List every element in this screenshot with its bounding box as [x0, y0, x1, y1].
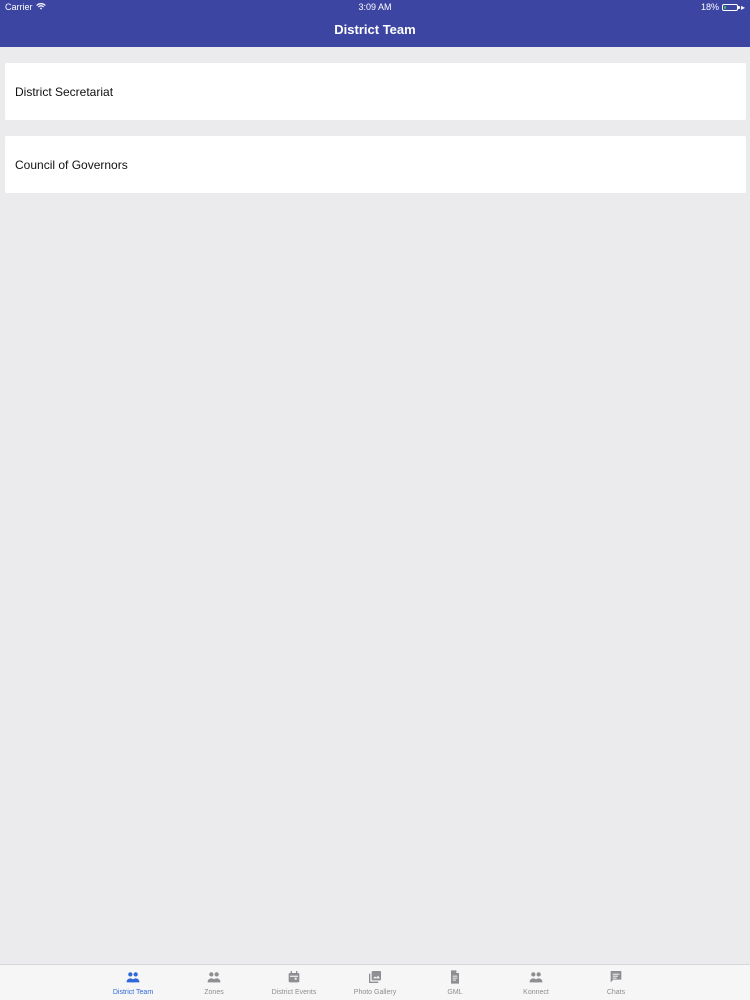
tab-label: Photo Gallery [353, 989, 397, 996]
tab-label: District Events [271, 989, 317, 996]
photo-library-icon [369, 971, 381, 983]
battery-fill [723, 6, 726, 9]
battery-percent: 18% [700, 2, 719, 12]
tab-gml[interactable]: GML [415, 965, 495, 1000]
people-icon [126, 972, 140, 983]
page-title: District Team [334, 22, 416, 37]
people-icon [529, 972, 543, 983]
tab-label: Chats [606, 989, 626, 996]
tab-district-team[interactable]: District Team [93, 965, 173, 1000]
battery-icon [721, 4, 740, 11]
tab-label: District Team [112, 989, 154, 996]
tab-konnect[interactable]: Konnect [496, 965, 576, 1000]
calendar-icon [288, 971, 300, 983]
charging-icon: ▸ [740, 2, 745, 12]
chat-icon [610, 971, 622, 983]
tab-label: GML [447, 989, 463, 996]
tab-chats[interactable]: Chats [576, 965, 656, 1000]
list-item-label: Council of Governors [15, 157, 128, 172]
app-header: Carrier 3:09 AM 18% ▸ District Team [0, 0, 750, 47]
content-list: District Secretariat Council of Governor… [5, 63, 746, 209]
list-item-council-of-governors[interactable]: Council of Governors [5, 136, 746, 193]
list-item-district-secretariat[interactable]: District Secretariat [5, 63, 746, 120]
people-icon [207, 972, 221, 983]
status-bar: Carrier 3:09 AM 18% ▸ [0, 0, 750, 15]
bottom-tab-bar: District Team Zones District Events Phot… [0, 964, 750, 1000]
tab-zones[interactable]: Zones [174, 965, 254, 1000]
status-time: 3:09 AM [358, 2, 392, 12]
document-icon [451, 970, 459, 984]
tab-photo-gallery[interactable]: Photo Gallery [335, 965, 415, 1000]
list-item-label: District Secretariat [15, 84, 114, 99]
status-right: 18% ▸ [701, 0, 745, 15]
tab-label: Konnect [523, 989, 549, 996]
tab-label: Zones [204, 989, 224, 996]
tab-district-events[interactable]: District Events [254, 965, 334, 1000]
